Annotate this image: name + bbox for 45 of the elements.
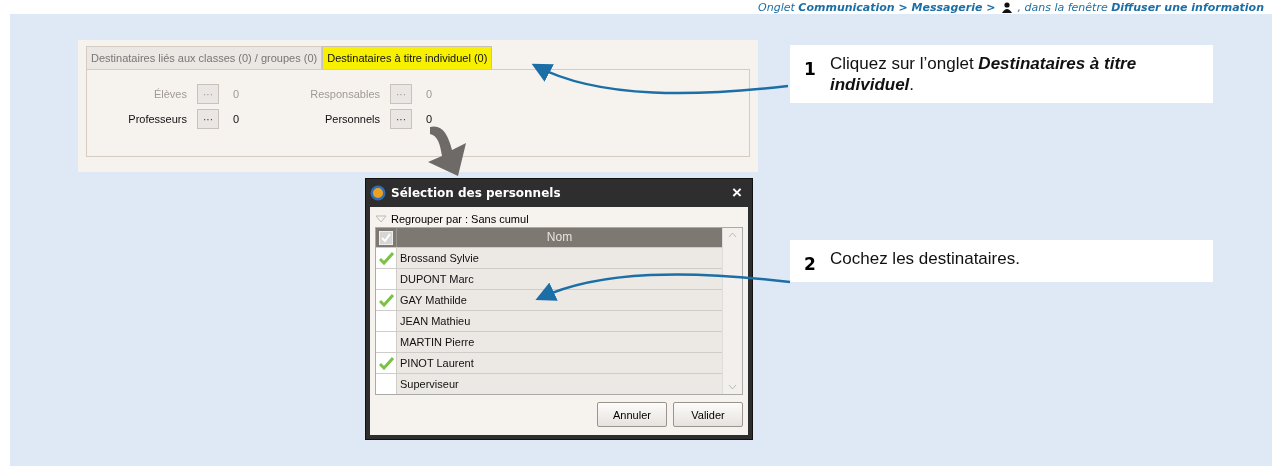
- caption-text: Onglet Communication > Messagerie >: [758, 1, 996, 14]
- scrollbar[interactable]: [722, 228, 742, 394]
- table-cell-text: GAY Mathilde: [399, 293, 467, 308]
- table-cell-text: PINOT Laurent: [399, 356, 474, 371]
- dialog-button[interactable]: Valider: [673, 402, 743, 427]
- checkbox[interactable]: [376, 269, 397, 289]
- step-number: 1: [804, 58, 816, 81]
- step-number: 2: [804, 253, 816, 274]
- field-label: Élèves: [152, 88, 188, 100]
- count-text: 0: [425, 88, 434, 100]
- checkbox[interactable]: [376, 248, 397, 268]
- picker-button[interactable]: ···: [390, 109, 412, 129]
- count-text: 0: [425, 113, 434, 125]
- checkbox[interactable]: [376, 374, 397, 394]
- step-text: Cliquez sur l’onglet Destinataires à titre individuel.: [830, 53, 1138, 95]
- curved-arrow: [428, 126, 466, 176]
- checkbox[interactable]: [376, 290, 397, 310]
- checkbox[interactable]: [376, 332, 397, 352]
- table-cell-text: DUPONT Marc: [399, 272, 474, 287]
- dialog-button[interactable]: Annuler: [597, 402, 667, 427]
- picker-button[interactable]: ···: [197, 109, 219, 129]
- field-label: Professeurs: [127, 113, 188, 125]
- select-all-checkbox-icon[interactable]: [379, 230, 393, 245]
- table-cell-text: JEAN Mathieu: [399, 314, 471, 329]
- field-label: Personnels: [323, 113, 381, 125]
- table-cell-text: Superviseur: [399, 377, 459, 392]
- tab[interactable]: Destinataires liés aux classes (0) / groupes (0): [86, 46, 323, 69]
- checkbox[interactable]: [376, 311, 397, 331]
- tab[interactable]: Destinataires à titre individuel (0): [322, 46, 493, 69]
- dialog-title: Sélection des personnels: [391, 186, 562, 200]
- group-by-label: Regrouper par : Sans cumul: [391, 213, 529, 225]
- person-icon: [999, 2, 1014, 14]
- scroll-up-icon[interactable]: [728, 232, 737, 238]
- close-button[interactable]: ×: [726, 184, 748, 202]
- field-label: Responsables: [309, 88, 381, 100]
- count-text: 0: [232, 88, 241, 100]
- table-cell-text: Brossand Sylvie: [399, 251, 479, 266]
- checkbox[interactable]: [376, 353, 397, 373]
- scroll-down-icon[interactable]: [728, 384, 737, 390]
- count-text: 0: [232, 113, 241, 125]
- caption-text: , dans la fenêtre Diffuser une information: [1017, 1, 1264, 14]
- collapse-icon[interactable]: [375, 215, 387, 223]
- app-logo-icon: [370, 185, 386, 201]
- table-cell-text: MARTIN Pierre: [399, 335, 475, 350]
- step-text: Cochez les destinataires.: [830, 248, 1021, 270]
